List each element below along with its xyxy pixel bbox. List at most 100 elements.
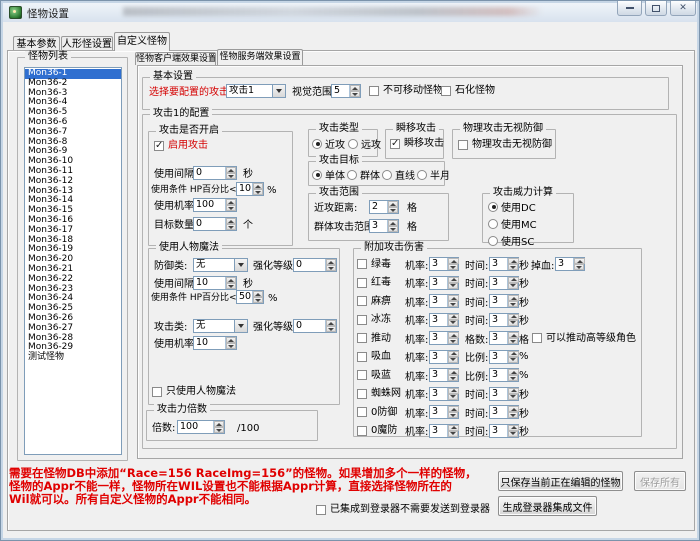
damage-type-checkbox[interactable]: 0防御 bbox=[357, 407, 405, 418]
chance-spinner[interactable]: 3 bbox=[429, 331, 459, 345]
field2-unit: 秒 bbox=[519, 423, 530, 438]
field2-spinner[interactable]: 3 bbox=[489, 257, 519, 271]
vision-range-spinner[interactable]: 5 bbox=[331, 84, 361, 98]
chance-spinner[interactable]: 3 bbox=[429, 276, 459, 290]
attack-type-radio[interactable]: 近攻 bbox=[312, 136, 345, 151]
save-current-button[interactable]: 只保存当前正在编辑的怪物 bbox=[498, 471, 623, 491]
field2-unit: 秒 bbox=[519, 386, 530, 401]
magic-interval-unit: 秒 bbox=[243, 279, 253, 290]
immovable-checkbox[interactable]: 不可移动怪物 bbox=[369, 85, 443, 96]
attack-magic-label: 攻击类: bbox=[154, 322, 187, 333]
dropdown-arrow-icon[interactable] bbox=[234, 320, 247, 332]
power-calc-radio[interactable]: 使用SC bbox=[488, 233, 537, 248]
damage-type-checkbox[interactable]: 红毒 bbox=[357, 277, 405, 288]
dropdown-arrow-icon[interactable] bbox=[272, 85, 285, 97]
field2-label: 比例: bbox=[465, 349, 489, 364]
hp-condition-spinner[interactable]: 101 bbox=[236, 182, 264, 196]
field2-unit: % bbox=[519, 351, 530, 362]
multiplier-spinner[interactable]: 100 bbox=[177, 420, 225, 434]
attack1-config-title: 攻击1的配置 bbox=[150, 108, 212, 120]
warning-text: 需要在怪物DB中添加“Race=156 RaceImg=156”的怪物。如果增加… bbox=[9, 467, 477, 506]
melee-unit-label: 格 bbox=[407, 203, 417, 214]
chance-label: 机率: bbox=[405, 257, 429, 272]
attack-target-radio[interactable]: 半月 bbox=[417, 167, 450, 182]
power-calc-radio[interactable]: 使用MC bbox=[488, 216, 537, 231]
enable-attack-checkbox[interactable]: 启用攻击 bbox=[154, 140, 208, 151]
attack-target-radio[interactable]: 单体 bbox=[312, 167, 345, 182]
field2-unit: 秒 bbox=[519, 405, 530, 420]
chance-spinner[interactable]: 3 bbox=[429, 368, 459, 382]
field2-spinner[interactable]: 3 bbox=[489, 405, 519, 419]
target-count-spinner[interactable]: 0 bbox=[193, 217, 237, 231]
use-interval-spinner[interactable]: 0 bbox=[193, 166, 237, 180]
defense-level-spinner[interactable]: 0 bbox=[293, 258, 337, 272]
multiplier-label: 倍数: bbox=[152, 423, 175, 434]
petrify-checkbox[interactable]: 石化怪物 bbox=[441, 85, 495, 96]
only-player-magic-checkbox[interactable]: 只使用人物魔法 bbox=[152, 386, 236, 397]
field2-label: 时间: bbox=[465, 405, 489, 420]
chance-spinner[interactable]: 3 bbox=[429, 350, 459, 364]
attack-magic-select[interactable]: 无 bbox=[193, 319, 248, 333]
magic-interval-label: 使用间隔: bbox=[154, 279, 197, 290]
chance-spinner[interactable]: 3 bbox=[429, 313, 459, 327]
damage-type-checkbox[interactable]: 0魔防 bbox=[357, 425, 405, 436]
target-count-unit: 个 bbox=[243, 220, 253, 231]
monster-settings-window: 怪物设置 ✕ 基本参数 人形怪设置 自定义怪物 怪物列表 Mon36-1 Mon… bbox=[0, 0, 700, 541]
chance-spinner[interactable]: 3 bbox=[429, 387, 459, 401]
damage-type-checkbox[interactable]: 麻痹 bbox=[357, 296, 405, 307]
magic-interval-spinner[interactable]: 10 bbox=[193, 276, 237, 290]
extra-damage-row: 绿毒 机率: 3 时间: 3 秒 掉血: bbox=[357, 255, 639, 274]
field2-unit: 秒 bbox=[519, 312, 530, 327]
damage-type-checkbox[interactable]: 吸蓝 bbox=[357, 370, 405, 381]
damage-type-checkbox[interactable]: 推动 bbox=[357, 333, 405, 344]
field2-spinner[interactable]: 3 bbox=[489, 331, 519, 345]
defense-magic-label: 防御类: bbox=[154, 261, 187, 272]
chance-spinner[interactable]: 3 bbox=[429, 257, 459, 271]
generate-launcher-file-button[interactable]: 生成登录器集成文件 bbox=[498, 496, 597, 516]
chance-label: 机率: bbox=[405, 275, 429, 290]
ignore-defense-checkbox[interactable]: 物理攻击无视防御 bbox=[458, 139, 552, 150]
defense-magic-select[interactable]: 无 bbox=[193, 258, 248, 272]
field2-spinner[interactable]: 3 bbox=[489, 387, 519, 401]
power-calc-radio[interactable]: 使用DC bbox=[488, 199, 537, 214]
field2-spinner[interactable]: 3 bbox=[489, 424, 519, 438]
integrated-launcher-checkbox[interactable]: 已集成到登录器不需要发送到登录器 bbox=[316, 504, 490, 515]
teleport-attack-checkbox[interactable]: 瞬移攻击 bbox=[390, 138, 444, 149]
controls-layer: 基本设置 选择要配置的攻击: 攻击1 视觉范围: 5 不可移动怪物 石化怪物 攻… bbox=[1, 1, 700, 541]
attack-type-radio[interactable]: 远攻 bbox=[348, 136, 381, 151]
attack-select-value: 攻击1 bbox=[227, 85, 272, 97]
chance-label: 机率: bbox=[405, 368, 429, 383]
field2-spinner[interactable]: 3 bbox=[489, 368, 519, 382]
field2-spinner[interactable]: 3 bbox=[489, 276, 519, 290]
damage-type-checkbox[interactable]: 冰冻 bbox=[357, 314, 405, 325]
chance-spinner[interactable]: 3 bbox=[429, 294, 459, 308]
field2-spinner[interactable]: 3 bbox=[489, 313, 519, 327]
use-chance-spinner[interactable]: 100 bbox=[193, 198, 237, 212]
extra-damage-rows: 绿毒 机率: 3 时间: 3 秒 掉血: bbox=[357, 255, 639, 440]
spinner-arrows-icon[interactable] bbox=[349, 85, 360, 97]
aoe-range-spinner[interactable]: 3 bbox=[369, 219, 399, 233]
field2-spinner[interactable]: 3 bbox=[489, 350, 519, 364]
multiplier-suffix: /100 bbox=[237, 423, 259, 434]
attack-target-radio[interactable]: 直线 bbox=[382, 167, 415, 182]
damage-type-checkbox[interactable]: 蜘蛛网 bbox=[357, 388, 405, 399]
magic-hp-condition-spinner[interactable]: 50 bbox=[236, 290, 264, 304]
field2-label: 时间: bbox=[465, 294, 489, 309]
chance-spinner[interactable]: 3 bbox=[429, 405, 459, 419]
melee-distance-spinner[interactable]: 2 bbox=[369, 200, 399, 214]
field2-spinner[interactable]: 3 bbox=[489, 294, 519, 308]
attack-select[interactable]: 攻击1 bbox=[226, 84, 286, 98]
power-calc-radios: 使用DC 使用MC 使用SC bbox=[488, 199, 537, 248]
field2-label: 时间: bbox=[465, 423, 489, 438]
melee-distance-label: 近攻距离: bbox=[314, 203, 357, 214]
damage-type-checkbox[interactable]: 绿毒 bbox=[357, 259, 405, 270]
damage-type-checkbox[interactable]: 吸血 bbox=[357, 351, 405, 362]
attack-target-radio[interactable]: 群体 bbox=[347, 167, 380, 182]
attack-level-spinner[interactable]: 0 bbox=[293, 319, 337, 333]
hp-drop-spinner[interactable]: 3 bbox=[555, 257, 585, 271]
push-high-level-checkbox[interactable]: 可以推动高等级角色 bbox=[532, 333, 580, 344]
chance-spinner[interactable]: 3 bbox=[429, 424, 459, 438]
dropdown-arrow-icon[interactable] bbox=[234, 259, 247, 271]
extra-damage-row: 冰冻 机率: 3 时间: 3 秒 bbox=[357, 311, 639, 330]
magic-chance-spinner[interactable]: 10 bbox=[193, 336, 237, 350]
